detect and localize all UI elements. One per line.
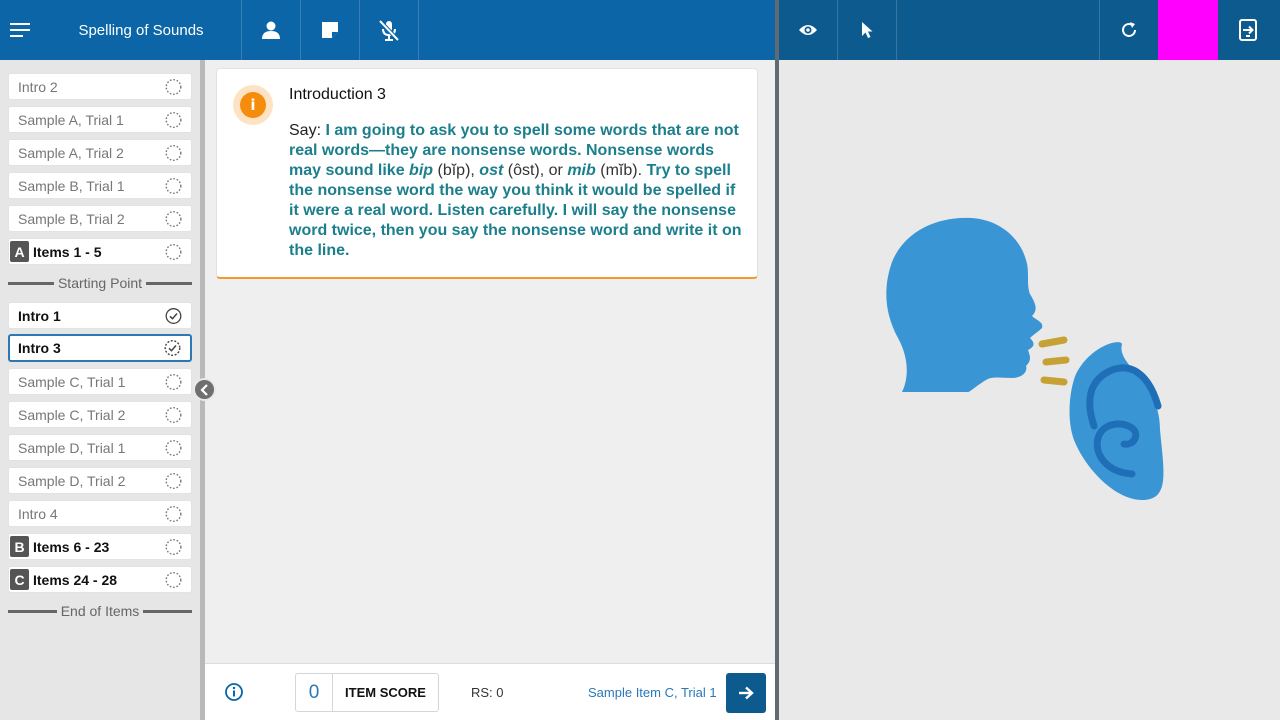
- nav-item-label: Sample C, Trial 1: [18, 373, 126, 390]
- complete-status-icon: [165, 307, 182, 324]
- raw-score-label: RS: 0: [471, 685, 504, 700]
- instruction-card: i Introduction 3 Say: I am going to ask …: [216, 68, 758, 279]
- refresh-icon: [1122, 22, 1136, 37]
- pending-status-icon: [165, 243, 182, 260]
- nav-item-sample-d-trial-1[interactable]: Sample D, Trial 1: [8, 434, 192, 461]
- pending-status-icon: [165, 373, 182, 390]
- notes-button[interactable]: [301, 0, 360, 60]
- arrow-right-icon: [739, 686, 754, 700]
- set-letter-badge: B: [10, 536, 29, 557]
- pending-status-icon: [165, 177, 182, 194]
- set-letter-badge: C: [10, 569, 29, 590]
- nav-item-sample-b-trial-1[interactable]: Sample B, Trial 1: [8, 172, 192, 199]
- starting-point-separator: Starting Point: [8, 274, 192, 292]
- pronunciation-ost: (ôst), or: [507, 162, 563, 179]
- nav-item-intro-1[interactable]: Intro 1: [8, 302, 192, 329]
- nav-item-items-6-23[interactable]: B Items 6 - 23: [8, 533, 192, 560]
- pending-status-icon: [165, 472, 182, 489]
- nav-item-label: Intro 2: [18, 78, 58, 95]
- pending-status-icon: [165, 111, 182, 128]
- nav-item-sample-d-trial-2[interactable]: Sample D, Trial 2: [8, 467, 192, 494]
- menu-icon: [9, 23, 30, 37]
- nav-item-label: Sample D, Trial 1: [18, 439, 126, 456]
- instruction-text: Say: I am going to ask you to spell some…: [289, 121, 744, 261]
- nonsense-word-ost: ost: [479, 162, 504, 179]
- set-letter-badge: A: [10, 241, 29, 262]
- nav-item-sample-a-trial-1[interactable]: Sample A, Trial 1: [8, 106, 192, 133]
- in-progress-status-icon: [164, 339, 181, 357]
- head-profile-icon: [886, 217, 1043, 392]
- pending-status-icon: [165, 406, 182, 423]
- nav-item-sample-b-trial-2[interactable]: Sample B, Trial 2: [8, 205, 192, 232]
- item-score-value: 0: [296, 674, 333, 711]
- pending-status-icon: [165, 439, 182, 456]
- info-circle-icon[interactable]: [224, 682, 244, 702]
- info-icon: i: [240, 92, 266, 118]
- next-item-button[interactable]: [726, 673, 766, 713]
- nav-item-label: Sample C, Trial 2: [18, 406, 126, 423]
- pending-status-icon: [165, 144, 182, 161]
- person-icon: [262, 21, 280, 39]
- highlight-marker: [1158, 0, 1218, 60]
- nav-item-label: Sample A, Trial 2: [18, 144, 124, 161]
- pending-status-icon: [165, 571, 182, 588]
- next-item-label[interactable]: Sample Item C, Trial 1: [588, 685, 717, 700]
- nav-item-items-1-5[interactable]: A Items 1 - 5: [8, 238, 192, 265]
- stimulus-toolbar: [779, 0, 1280, 60]
- nonsense-word-mib: mib: [567, 162, 596, 179]
- note-icon: [322, 22, 338, 38]
- pending-status-icon: [165, 538, 182, 555]
- nav-item-label: Intro 3: [18, 340, 61, 356]
- nav-item-sample-c-trial-2[interactable]: Sample C, Trial 2: [8, 401, 192, 428]
- nav-item-label: Sample D, Trial 2: [18, 472, 126, 489]
- nav-item-label: Sample B, Trial 2: [18, 210, 125, 227]
- bottom-bar: 0 ITEM SCORE RS: 0 Sample Item C, Trial …: [205, 663, 775, 720]
- pronunciation-mib: (mĭb).: [600, 162, 643, 179]
- nonsense-word-bip: bip: [409, 162, 434, 179]
- starting-point-label: Starting Point: [57, 275, 143, 291]
- microphone-button[interactable]: [360, 0, 419, 60]
- nav-item-intro-2[interactable]: Intro 2: [8, 73, 192, 100]
- chevron-left-icon: [199, 383, 208, 396]
- info-badge: i: [233, 85, 273, 125]
- nav-item-sample-a-trial-2[interactable]: Sample A, Trial 2: [8, 139, 192, 166]
- collapse-sidebar-button[interactable]: [193, 378, 216, 401]
- pointer-icon: [862, 22, 873, 38]
- pending-status-icon: [165, 78, 182, 95]
- nav-item-label: Items 6 - 23: [33, 538, 110, 555]
- speaking-listening-illustration: [886, 217, 1164, 500]
- end-of-items-label: End of Items: [60, 603, 140, 619]
- menu-button[interactable]: [0, 0, 41, 60]
- top-bar: Spelling of Sounds: [0, 0, 775, 60]
- nav-item-label: Items 24 - 28: [33, 571, 118, 588]
- mic-off-icon: [378, 19, 400, 42]
- eye-icon: [799, 25, 817, 35]
- end-of-items-separator: End of Items: [8, 602, 192, 620]
- pending-status-icon: [165, 505, 182, 522]
- nav-item-label: Intro 4: [18, 505, 58, 522]
- item-score-box[interactable]: 0 ITEM SCORE: [295, 673, 439, 712]
- view-button[interactable]: [779, 0, 838, 60]
- pointer-button[interactable]: [838, 0, 897, 60]
- refresh-button[interactable]: [1099, 0, 1158, 60]
- nav-item-sample-c-trial-1[interactable]: Sample C, Trial 1: [8, 368, 192, 395]
- nav-item-label: Sample A, Trial 1: [18, 111, 124, 128]
- exit-icon: [1238, 19, 1257, 41]
- nav-item-items-24-28[interactable]: C Items 24 - 28: [8, 566, 192, 593]
- say-label: Say:: [289, 122, 322, 139]
- pronunciation-bip: (bĭp),: [437, 162, 475, 179]
- nav-item-label: Items 1 - 5: [33, 243, 102, 260]
- nav-item-intro-4[interactable]: Intro 4: [8, 500, 192, 527]
- item-score-label: ITEM SCORE: [345, 685, 426, 700]
- app-title: Spelling of Sounds: [41, 0, 242, 60]
- pending-status-icon: [165, 210, 182, 227]
- nav-item-label: Intro 1: [18, 307, 61, 324]
- card-title: Introduction 3: [289, 86, 386, 103]
- examinee-button[interactable]: [242, 0, 301, 60]
- nav-item-label: Sample B, Trial 1: [18, 177, 125, 194]
- nav-item-intro-3[interactable]: Intro 3: [8, 334, 192, 362]
- exit-button[interactable]: [1218, 0, 1277, 60]
